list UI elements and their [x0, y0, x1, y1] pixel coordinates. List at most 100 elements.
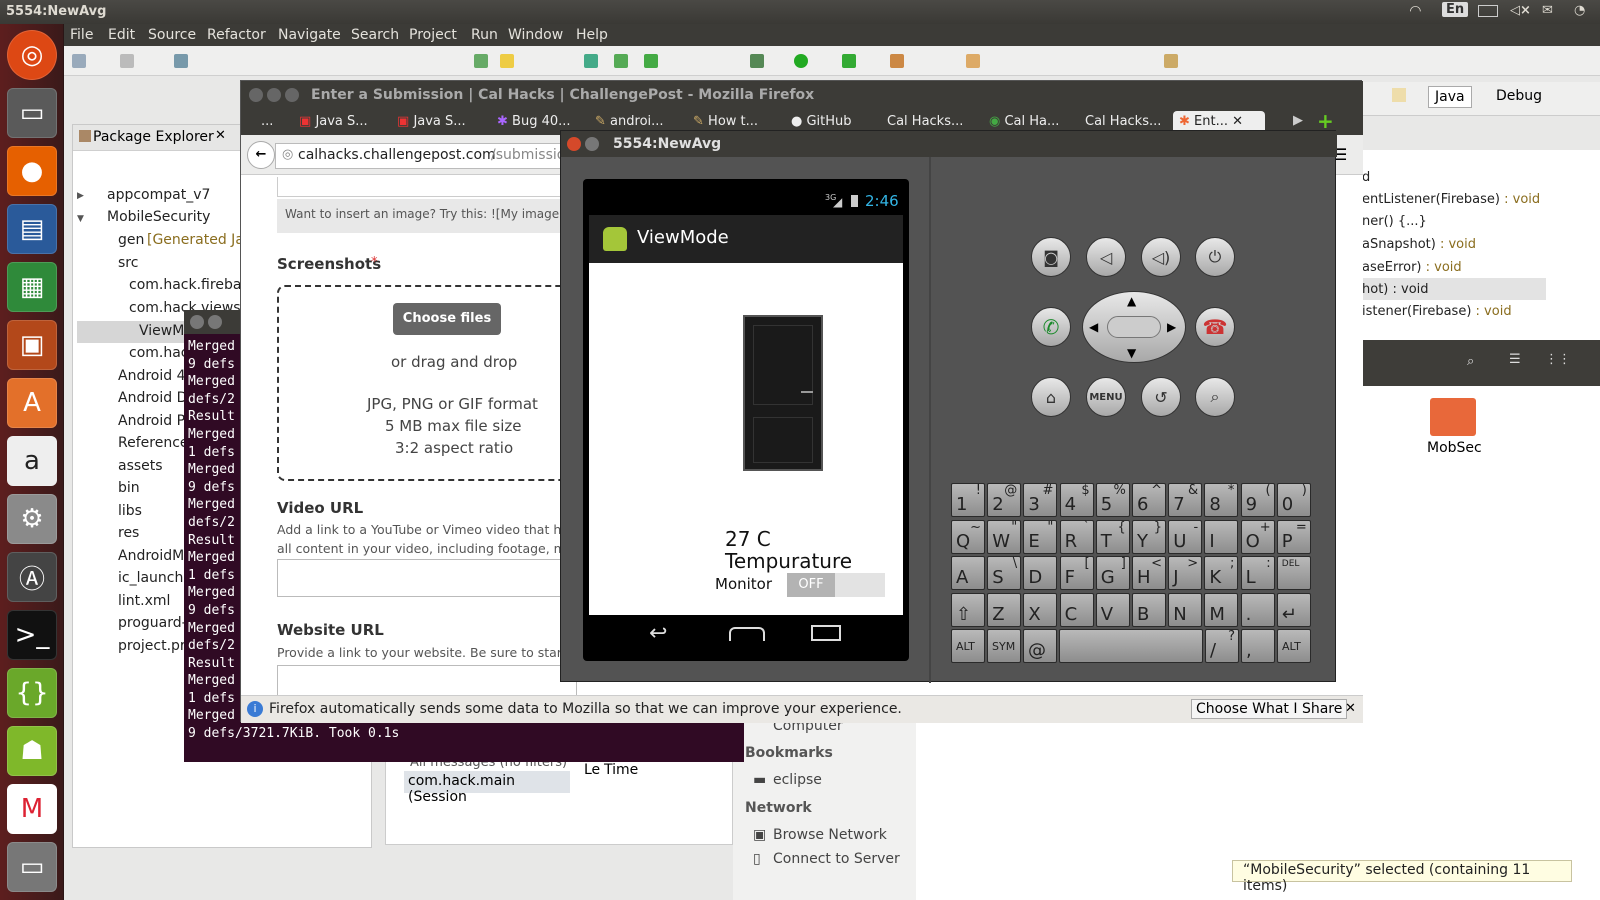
keyboard-key[interactable]: Q ~ [951, 519, 985, 554]
new-icon[interactable] [72, 54, 86, 68]
keyboard-key[interactable]: K; [1204, 556, 1239, 590]
close-icon[interactable]: ✕ [215, 128, 226, 143]
keyboard-key[interactable]: 8 * [1204, 483, 1239, 517]
menu-edit[interactable]: Edit [108, 27, 135, 43]
keyboard-key[interactable]: . [1240, 592, 1275, 627]
menu-project[interactable]: Project [409, 27, 457, 43]
url-bar[interactable]: ◎ calhacks.challengepost.com /submission [275, 143, 574, 169]
keyboard-key[interactable]: DEL [1276, 556, 1311, 590]
keyboard-key[interactable]: P = [1276, 519, 1311, 554]
keyboard-key[interactable]: ↵ [1276, 592, 1311, 627]
choose-share-button[interactable]: Choose What I Share [1191, 699, 1348, 719]
keyboard-key[interactable]: Y} [1132, 519, 1166, 554]
browser-tab[interactable]: ▣ Java S... [391, 111, 487, 135]
tree-item[interactable]: src [118, 255, 138, 271]
open-perspective-icon[interactable] [1392, 88, 1406, 102]
tab-scroll-icon[interactable]: ▶ [1293, 113, 1303, 128]
minimize-icon[interactable] [585, 137, 599, 151]
outline-item[interactable]: istener(Firebase) : void [1362, 304, 1512, 319]
sdk-icon[interactable] [584, 54, 598, 68]
keyboard-key[interactable]: M [1204, 592, 1239, 627]
keyboard-key[interactable]: /? [1205, 629, 1239, 663]
new-class-icon[interactable] [890, 54, 904, 68]
terminal-icon[interactable]: >_ [7, 610, 57, 660]
gmail-icon[interactable]: M [7, 784, 57, 834]
video-url-input[interactable] [277, 559, 577, 597]
tree-item[interactable]: MobileSecurity [107, 209, 210, 225]
dpad-up-icon[interactable]: ▲ [1127, 294, 1136, 308]
menu-search[interactable]: Search [351, 27, 399, 43]
menu-run[interactable]: Run [471, 27, 498, 43]
calc-icon[interactable]: ▦ [7, 262, 57, 312]
java-perspective-button[interactable]: Java [1428, 86, 1472, 108]
keyboard-key[interactable]: N [1168, 592, 1203, 627]
open-type-icon[interactable] [966, 54, 980, 68]
tree-item[interactable]: appcompat_v7 [107, 187, 210, 203]
keyboard-key[interactable]: O + [1240, 519, 1275, 554]
settings-icon[interactable]: ⚙ [7, 494, 57, 544]
impress-icon[interactable]: ▣ [7, 320, 57, 370]
dpad[interactable]: ▲ ▼ ◀ ▶ [1082, 291, 1186, 363]
keyboard-key[interactable]: ALT [1277, 629, 1311, 663]
updater-icon[interactable]: Ⓐ [7, 552, 57, 602]
keyboard-key[interactable]: D [1023, 556, 1058, 590]
keyboard-key[interactable]: 2 @ [987, 483, 1022, 517]
choose-files-button[interactable]: Choose files [393, 303, 501, 335]
tool-icon[interactable] [474, 54, 488, 68]
keyboard-key[interactable]: I [1204, 519, 1239, 554]
menu-window[interactable]: Window [508, 27, 563, 43]
tree-item[interactable]: Android 4. [118, 368, 190, 384]
tree-item[interactable]: assets [118, 458, 163, 474]
clock-icon[interactable]: ◔ [1574, 3, 1585, 18]
tree-item[interactable]: lint.xml [118, 593, 170, 609]
grid-view-icon[interactable]: ⋮⋮ [1545, 352, 1571, 367]
dpad-down-icon[interactable]: ▼ [1127, 346, 1136, 360]
back-icon[interactable] [1164, 54, 1178, 68]
keyboard-key[interactable]: U- [1168, 519, 1203, 554]
keyboard-key[interactable]: V [1095, 592, 1130, 627]
volume-up-icon[interactable]: ◁) [1141, 237, 1181, 277]
save-icon[interactable] [120, 54, 134, 68]
keyboard-key[interactable]: H < [1132, 556, 1166, 590]
outline-item[interactable]: aseError) : void [1362, 260, 1462, 275]
end-call-icon[interactable]: ☎ [1195, 307, 1235, 347]
avd-icon[interactable] [614, 54, 628, 68]
list-view-icon[interactable]: ☰ [1509, 352, 1521, 367]
keyboard-lang-indicator[interactable]: En [1442, 2, 1469, 17]
run-ext-icon[interactable] [842, 54, 856, 68]
software-center-icon[interactable]: A [7, 378, 57, 428]
tree-item[interactable]: Android D [118, 390, 187, 406]
android-icon[interactable]: ☗ [7, 726, 57, 776]
wifi-icon[interactable]: ◠ [1410, 3, 1421, 19]
camera-button-icon[interactable]: ◙ [1031, 237, 1071, 277]
tree-item[interactable]: project.pr [118, 638, 186, 654]
keyboard-key[interactable]: F[ [1059, 556, 1094, 590]
logcat-session-row[interactable]: com.hack.main (Session [404, 771, 570, 805]
sidebar-eclipse[interactable]: eclipse [773, 772, 822, 788]
back-icon[interactable]: ↺ [1141, 377, 1181, 417]
keyboard-key[interactable]: @ [1023, 629, 1057, 663]
keyboard-key[interactable]: 4 $ [1059, 483, 1094, 517]
keyboard-key[interactable]: 6 ^ [1132, 483, 1166, 517]
power-icon[interactable]: ⏻ [1195, 237, 1235, 277]
print-icon[interactable] [174, 54, 188, 68]
tree-item[interactable]: com.hack.firebas [129, 277, 249, 293]
volume-down-icon[interactable]: ◁ [1086, 237, 1126, 277]
keyboard-key[interactable]: S \ [987, 556, 1022, 590]
debug-icon[interactable] [750, 54, 764, 68]
dpad-center[interactable] [1107, 316, 1161, 338]
outline-item[interactable]: entListener(Firebase) : void [1362, 192, 1540, 207]
description-textarea[interactable] [277, 177, 567, 197]
keyboard-key[interactable]: Z [987, 592, 1022, 627]
dash-ubuntu-icon[interactable]: ◎ [7, 30, 57, 80]
keyboard-key[interactable]: SYM [987, 629, 1021, 663]
maximize-icon[interactable] [285, 88, 299, 102]
collapse-icon[interactable]: ▼ [77, 214, 84, 224]
back-nav-icon[interactable]: ↩ [649, 621, 667, 646]
close-icon[interactable] [567, 137, 581, 151]
drive-icon[interactable]: ▭ [7, 842, 57, 892]
sidebar-connect-server[interactable]: Connect to Server [773, 851, 900, 867]
menu-source[interactable]: Source [148, 27, 196, 43]
keyboard-key[interactable]: W " [987, 519, 1022, 554]
tree-item[interactable]: ic_launche [118, 570, 192, 586]
